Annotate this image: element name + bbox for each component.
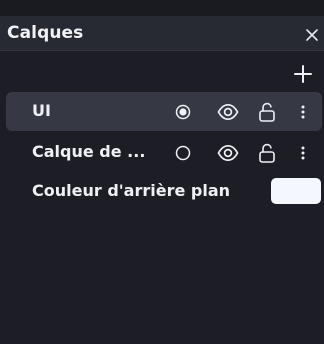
layer-row-ui[interactable]: UI: [6, 92, 322, 131]
close-icon: [306, 29, 318, 41]
lock-toggle[interactable]: [257, 142, 277, 164]
layer-name: Calque de ...: [32, 142, 146, 161]
add-layer-button[interactable]: [290, 61, 316, 87]
more-vertical-icon: [301, 146, 305, 160]
layer-name: UI: [32, 101, 51, 120]
eye-icon: [217, 103, 239, 121]
unlock-icon: [259, 143, 275, 163]
layer-menu-button[interactable]: [296, 142, 310, 164]
layer-menu-button[interactable]: [296, 101, 310, 123]
layers-panel-header: Calques: [0, 16, 324, 51]
radio-unchecked-icon: [175, 145, 191, 161]
background-color-swatch[interactable]: [271, 178, 321, 204]
plus-icon: [294, 65, 312, 83]
top-strip: [0, 0, 324, 16]
unlock-icon: [259, 102, 275, 122]
layer-row-calque[interactable]: Calque de ...: [6, 133, 322, 172]
close-button[interactable]: [302, 25, 322, 45]
more-vertical-icon: [301, 105, 305, 119]
active-layer-radio[interactable]: [175, 104, 191, 120]
panel-title: Calques: [7, 23, 84, 43]
visibility-toggle[interactable]: [217, 142, 239, 164]
visibility-toggle[interactable]: [217, 101, 239, 123]
active-layer-radio[interactable]: [175, 145, 191, 161]
eye-icon: [217, 144, 239, 162]
radio-checked-icon: [175, 104, 191, 120]
background-color-label: Couleur d'arrière plan: [32, 181, 231, 200]
lock-toggle[interactable]: [257, 101, 277, 123]
background-color-row: Couleur d'arrière plan: [6, 172, 322, 212]
